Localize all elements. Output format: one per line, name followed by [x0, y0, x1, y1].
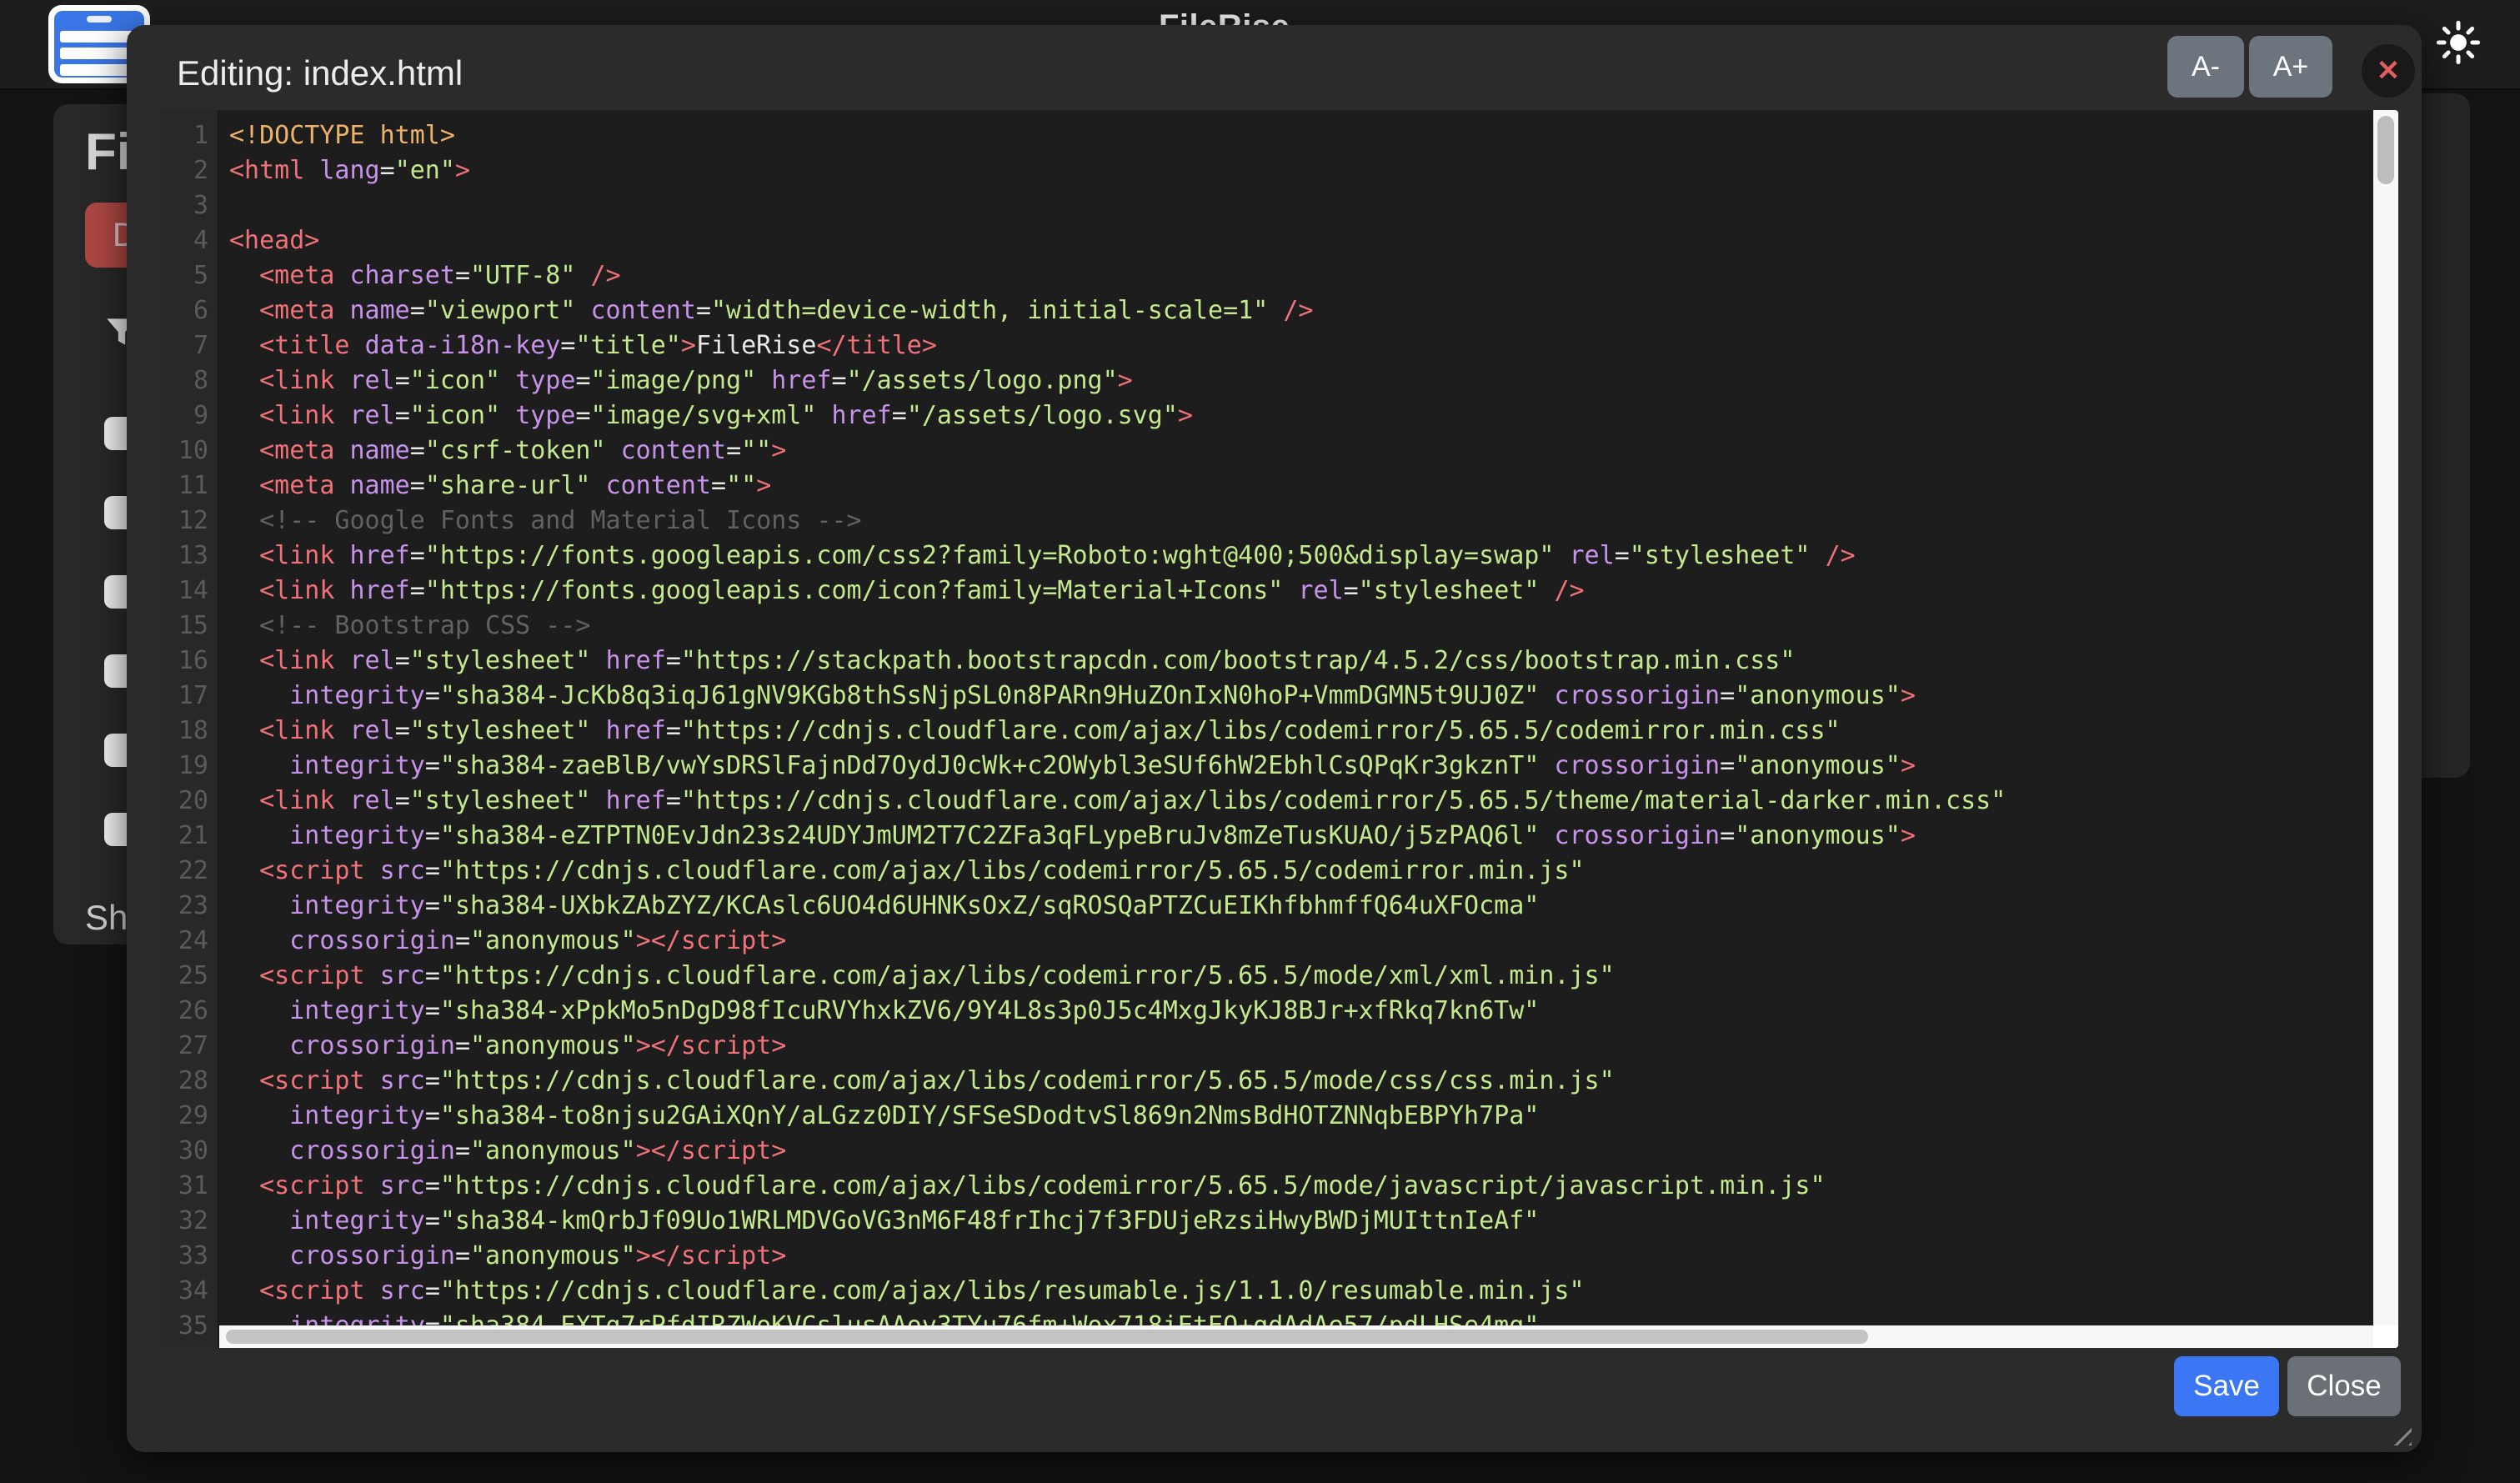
line-number: 19 — [161, 749, 219, 784]
code-line[interactable]: 3 — [161, 188, 2398, 223]
code-line[interactable]: 33 crossorigin="anonymous"></script> — [161, 1239, 2398, 1274]
code-line[interactable]: 27 crossorigin="anonymous"></script> — [161, 1029, 2398, 1064]
horizontal-scrollbar-thumb[interactable] — [226, 1330, 1868, 1344]
code-line[interactable]: 28 <script src="https://cdnjs.cloudflare… — [161, 1064, 2398, 1099]
code-line[interactable]: 7 <title data-i18n-key="title">FileRise<… — [161, 328, 2398, 363]
code-line[interactable]: 25 <script src="https://cdnjs.cloudflare… — [161, 959, 2398, 994]
code-line[interactable]: 24 crossorigin="anonymous"></script> — [161, 924, 2398, 959]
font-decrease-button[interactable]: A- — [2167, 36, 2244, 98]
line-number: 10 — [161, 433, 219, 468]
code-line[interactable]: 32 integrity="sha384-kmQrbJf09Uo1WRLMDVG… — [161, 1204, 2398, 1239]
code-line[interactable]: 12 <!-- Google Fonts and Material Icons … — [161, 504, 2398, 539]
screen: FileRise Fi D Sho Editin — [0, 0, 2520, 1483]
horizontal-scrollbar[interactable] — [219, 1325, 2373, 1348]
line-number: 30 — [161, 1134, 219, 1169]
code-line[interactable]: 15 <!-- Bootstrap CSS --> — [161, 609, 2398, 644]
line-number: 27 — [161, 1029, 219, 1064]
sidebar-title: Fi — [85, 123, 131, 182]
resize-grip[interactable] — [2385, 1419, 2412, 1445]
code-line[interactable]: 1<!DOCTYPE html> — [161, 118, 2398, 153]
code-line[interactable]: 17 integrity="sha384-JcKb8q3iqJ61gNV9KGb… — [161, 679, 2398, 714]
close-button[interactable]: Close — [2287, 1356, 2401, 1416]
vertical-scrollbar-thumb[interactable] — [2377, 116, 2394, 184]
font-increase-button[interactable]: A+ — [2249, 36, 2332, 98]
code-line[interactable]: 30 crossorigin="anonymous"></script> — [161, 1134, 2398, 1169]
code-line[interactable]: 16 <link rel="stylesheet" href="https://… — [161, 644, 2398, 679]
code-line[interactable]: 6 <meta name="viewport" content="width=d… — [161, 293, 2398, 328]
scrollbar-corner — [2373, 1325, 2398, 1348]
line-number: 24 — [161, 924, 219, 959]
line-number: 9 — [161, 398, 219, 433]
code-line[interactable]: 8 <link rel="icon" type="image/png" href… — [161, 363, 2398, 398]
code-line[interactable]: 11 <meta name="share-url" content=""> — [161, 468, 2398, 504]
code-line[interactable]: 5 <meta charset="UTF-8" /> — [161, 258, 2398, 293]
line-number: 18 — [161, 714, 219, 749]
line-number: 3 — [161, 188, 219, 223]
line-number: 16 — [161, 644, 219, 679]
code-line[interactable]: 23 integrity="sha384-UXbkZAbZYZ/KCAslc6U… — [161, 889, 2398, 924]
line-number: 11 — [161, 468, 219, 504]
line-number: 35 — [161, 1309, 219, 1344]
line-number: 14 — [161, 574, 219, 609]
code-line[interactable]: 2<html lang="en"> — [161, 153, 2398, 188]
line-number: 29 — [161, 1099, 219, 1134]
line-number: 8 — [161, 363, 219, 398]
vertical-scrollbar[interactable] — [2373, 110, 2398, 1348]
code-editor[interactable]: 1<!DOCTYPE html>2<html lang="en">34<head… — [161, 110, 2398, 1348]
line-number: 2 — [161, 153, 219, 188]
code-line[interactable]: 4<head> — [161, 223, 2398, 258]
line-number: 20 — [161, 784, 219, 819]
line-number: 21 — [161, 819, 219, 854]
code-line[interactable]: 21 integrity="sha384-eZTPTN0EvJdn23s24UD… — [161, 819, 2398, 854]
line-number: 4 — [161, 223, 219, 258]
modal-title: Editing: index.html — [177, 53, 463, 93]
code-line[interactable]: 26 integrity="sha384-xPpkMo5nDgD98fIcuRV… — [161, 994, 2398, 1029]
line-number: 31 — [161, 1169, 219, 1204]
line-number: 13 — [161, 539, 219, 574]
edit-file-modal: Editing: index.html A- A+ ✕ 1<!DOCTYPE h… — [127, 25, 2422, 1452]
line-number: 23 — [161, 889, 219, 924]
code-line[interactable]: 34 <script src="https://cdnjs.cloudflare… — [161, 1274, 2398, 1309]
line-number: 34 — [161, 1274, 219, 1309]
line-number: 17 — [161, 679, 219, 714]
code-line[interactable]: 9 <link rel="icon" type="image/svg+xml" … — [161, 398, 2398, 433]
code-line[interactable]: 19 integrity="sha384-zaeBlB/vwYsDRSlFajn… — [161, 749, 2398, 784]
line-number: 33 — [161, 1239, 219, 1274]
code-lines[interactable]: 1<!DOCTYPE html>2<html lang="en">34<head… — [161, 118, 2398, 1344]
code-line[interactable]: 18 <link rel="stylesheet" href="https://… — [161, 714, 2398, 749]
code-line[interactable]: 22 <script src="https://cdnjs.cloudflare… — [161, 854, 2398, 889]
close-x-button[interactable]: ✕ — [2362, 44, 2415, 98]
line-number: 32 — [161, 1204, 219, 1239]
line-number: 22 — [161, 854, 219, 889]
line-number: 12 — [161, 504, 219, 539]
save-button[interactable]: Save — [2174, 1356, 2279, 1416]
line-number: 28 — [161, 1064, 219, 1099]
line-number: 15 — [161, 609, 219, 644]
line-number: 6 — [161, 293, 219, 328]
line-number: 5 — [161, 258, 219, 293]
code-line[interactable]: 14 <link href="https://fonts.googleapis.… — [161, 574, 2398, 609]
line-number: 1 — [161, 118, 219, 153]
line-number: 7 — [161, 328, 219, 363]
code-line[interactable]: 29 integrity="sha384-to8njsu2GAiXQnY/aLG… — [161, 1099, 2398, 1134]
code-line[interactable]: 31 <script src="https://cdnjs.cloudflare… — [161, 1169, 2398, 1204]
line-number: 26 — [161, 994, 219, 1029]
code-line[interactable]: 13 <link href="https://fonts.googleapis.… — [161, 539, 2398, 574]
sun-icon[interactable] — [2436, 20, 2481, 65]
code-line[interactable]: 10 <meta name="csrf-token" content=""> — [161, 433, 2398, 468]
code-line[interactable]: 20 <link rel="stylesheet" href="https://… — [161, 784, 2398, 819]
line-number: 25 — [161, 959, 219, 994]
